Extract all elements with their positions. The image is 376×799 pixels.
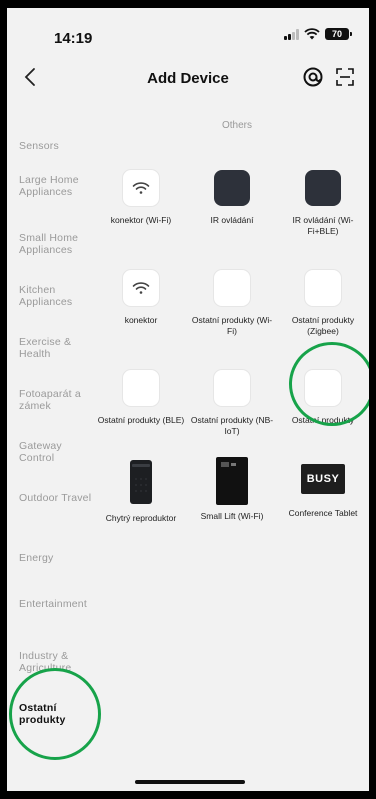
status-bar: 14:19 70 [7, 8, 369, 52]
product-card[interactable]: konektor (Wi-Fi) [97, 170, 185, 226]
product-label: IR ovládání [210, 215, 254, 225]
status-icons: 70 [284, 28, 352, 40]
product-card[interactable]: Ostatní produkty (BLE) [97, 370, 185, 426]
sidebar-item-camera-lock[interactable]: Fotoaparát a zámek [19, 388, 93, 412]
product-card[interactable]: Ostatní produkty (Zigbee) [279, 270, 367, 337]
product-label: IR ovládání (Wi-Fi+BLE) [292, 215, 354, 236]
white-box-icon [214, 370, 250, 406]
product-label: Chytrý reproduktor [105, 513, 177, 523]
product-card[interactable]: Ostatní produkty (NB-IoT) [188, 370, 276, 437]
scan-icon[interactable] [335, 67, 355, 87]
white-box-icon [123, 370, 159, 406]
sidebar-item-small-home-appliances[interactable]: Small Home Appliances [19, 232, 93, 256]
wifi-icon [132, 282, 150, 294]
signal-icon [284, 28, 299, 40]
wifi-icon [132, 182, 150, 194]
home-indicator [135, 780, 245, 784]
sidebar-item-exercise-health[interactable]: Exercise & Health [19, 336, 93, 360]
dark-box-icon [305, 170, 341, 206]
sidebar-item-outdoor-travel[interactable]: Outdoor Travel [19, 492, 93, 504]
white-box-icon [214, 270, 250, 306]
sidebar-item-entertainment[interactable]: Entertainment [19, 598, 89, 610]
nav-bar: Add Device [7, 62, 369, 94]
product-card[interactable]: BUSY Conference Tablet [279, 464, 367, 519]
sidebar-item-other-products[interactable]: Ostatní produkty [19, 702, 85, 726]
dark-box-icon [214, 170, 250, 206]
product-card[interactable]: Ostatní produkty (Wi-Fi) [188, 270, 276, 337]
product-card[interactable]: konektor [97, 270, 185, 326]
product-card[interactable]: Small Lift (Wi-Fi) [188, 456, 276, 522]
product-label: konektor (Wi-Fi) [110, 215, 172, 225]
wifi-status-icon [304, 28, 320, 40]
phone-screen: 14:19 70 Add Device Sensors Large Home A… [7, 8, 369, 791]
product-label: Ostatní produkty (Zigbee) [291, 315, 355, 336]
sidebar-item-large-home-appliances[interactable]: Large Home Appliances [19, 174, 93, 198]
product-card[interactable]: Ostatní produkty [279, 370, 367, 426]
status-time: 14:19 [54, 30, 93, 47]
at-sign-icon[interactable] [303, 67, 323, 87]
speaker-icon [123, 458, 159, 506]
lift-icon [214, 456, 250, 506]
product-label: Ostatní produkty (Wi-Fi) [191, 315, 273, 336]
product-card[interactable]: IR ovládání (Wi-Fi+BLE) [279, 170, 367, 237]
product-label: Small Lift (Wi-Fi) [200, 511, 264, 521]
product-thumb [123, 270, 159, 306]
battery-level: 70 [331, 29, 342, 39]
white-box-icon [305, 370, 341, 406]
sidebar-item-sensors[interactable]: Sensors [19, 140, 93, 152]
product-card[interactable]: IR ovládání [188, 170, 276, 226]
product-label: konektor [124, 315, 158, 325]
sidebar-item-energy[interactable]: Energy [19, 552, 93, 564]
product-label: Ostatní produkty (NB-IoT) [190, 415, 274, 436]
product-thumb [123, 170, 159, 206]
sidebar-item-kitchen-appliances[interactable]: Kitchen Appliances [19, 284, 93, 308]
white-box-icon [305, 270, 341, 306]
battery-icon: 70 [325, 28, 352, 40]
busy-sign-icon: BUSY [301, 464, 345, 494]
sidebar-item-gateway-control[interactable]: Gateway Control [19, 440, 93, 464]
section-title: Others [221, 120, 252, 131]
product-label: Conference Tablet [288, 508, 358, 518]
product-card[interactable]: Chytrý reproduktor [97, 458, 185, 524]
product-label: Ostatní produkty (BLE) [97, 415, 185, 425]
product-label: Ostatní produkty [291, 415, 355, 425]
busy-text: BUSY [306, 473, 340, 485]
sidebar-item-industry-agriculture[interactable]: Industry & Agriculture [19, 650, 93, 674]
